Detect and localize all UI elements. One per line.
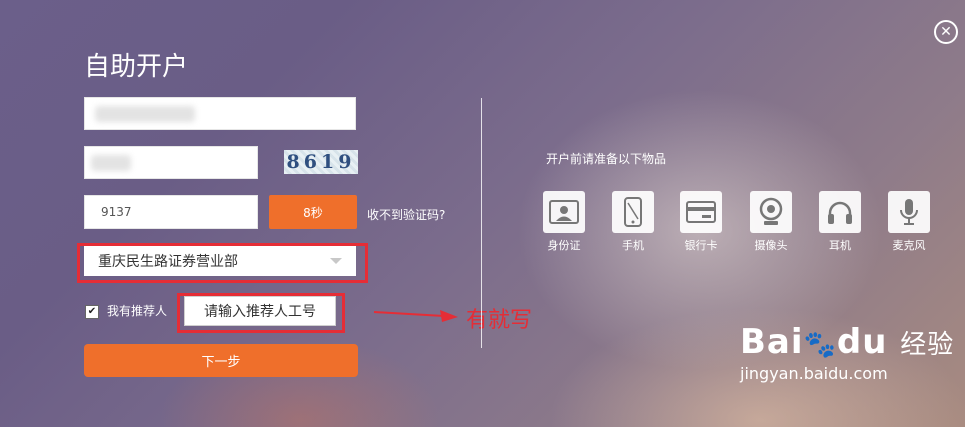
chevron-down-icon [330,258,342,264]
watermark-url: jingyan.baidu.com [740,364,888,383]
no-code-link[interactable]: 收不到验证码? [367,206,445,223]
has-referrer-label: 我有推荐人 [107,304,168,318]
divider [481,98,482,348]
webcam-icon [750,191,792,233]
redacted-value [95,106,195,122]
close-icon[interactable]: ✕ [934,20,958,44]
prep-item-label: 摄像头 [754,239,788,252]
page-title: 自助开户 [84,52,189,82]
prep-title: 开户前请准备以下物品 [546,152,667,166]
id-card-icon [543,191,585,233]
branch-select-value: 重庆民生路证券营业部 [98,254,238,270]
prep-item-label: 手机 [622,239,644,252]
has-referrer-checkbox[interactable]: ✔ [85,305,99,319]
next-step-button[interactable]: 下一步 [84,344,358,377]
prep-item-webcam: 摄像头 [741,191,801,253]
captcha-field[interactable] [84,146,258,179]
branch-select[interactable]: 重庆民生路证券营业部 [84,246,356,276]
countdown-button[interactable]: 8秒 [269,195,357,229]
sms-code-input[interactable]: 9137 [84,195,258,229]
referrer-input[interactable]: 请输入推荐人工号 [184,296,336,326]
redacted-value [91,155,131,171]
prep-item-microphone: 麦克风 [879,191,939,253]
account-opening-window: ✕ 自助开户 8619 9137 8秒 收不到验证码? 重庆民生路证券营业部 ✔… [0,0,965,427]
prep-item-label: 麦克风 [892,239,926,252]
prep-item-label: 银行卡 [684,239,718,252]
annotation-arrow-icon [373,310,458,322]
phone-field[interactable] [84,97,356,130]
microphone-icon [888,191,930,233]
captcha-image[interactable]: 8619 [284,150,358,174]
watermark-logo: Bai🐾du 经验 [740,322,955,362]
bank-card-icon [680,191,722,233]
prep-item-label: 耳机 [829,239,851,252]
prep-item-phone: 手机 [603,191,663,253]
prep-item-headphones: 耳机 [810,191,870,253]
phone-icon [612,191,654,233]
headphones-icon [819,191,861,233]
annotation-text: 有就写 [466,308,533,333]
prep-item-id-card: 身份证 [534,191,594,253]
baidu-jingyan-watermark: Bai🐾du 经验 jingyan.baidu.com [740,322,954,383]
prep-item-label: 身份证 [547,239,581,252]
prep-item-bank-card: 银行卡 [671,191,731,253]
